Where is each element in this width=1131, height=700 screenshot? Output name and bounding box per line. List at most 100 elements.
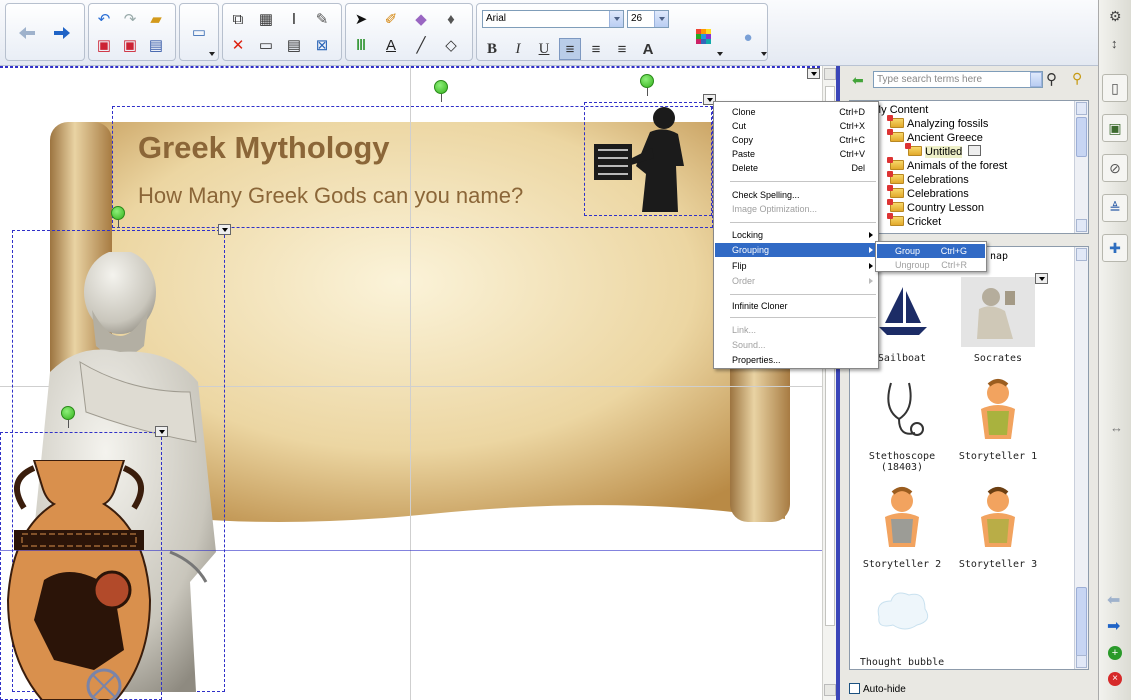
chevron-down-icon[interactable] [968, 145, 982, 156]
align-left-button[interactable]: ≡ [559, 38, 581, 60]
scroll-down-button[interactable] [1076, 219, 1087, 232]
open-button[interactable]: ▰ [145, 8, 167, 30]
resource-browser-tab[interactable]: ▣ [1102, 114, 1128, 142]
pen-tool[interactable]: ✐ [380, 8, 402, 30]
tree-item[interactable]: Animals of the forest [887, 157, 1007, 173]
underline-button[interactable]: U [533, 38, 555, 60]
object-menu-button[interactable] [218, 224, 231, 235]
text-effects-button[interactable]: A [637, 38, 659, 60]
delete-button[interactable]: ✕ [227, 34, 249, 56]
scroll-up-button[interactable] [1076, 102, 1087, 115]
tree-item[interactable]: Cricket [887, 213, 941, 229]
next-page-button[interactable]: ➡ [1107, 616, 1120, 636]
move-toolbar-icon[interactable]: ↕ [1111, 36, 1118, 51]
menu-item-copy[interactable]: Copy Ctrl+C [715, 133, 877, 147]
advanced-search-icon[interactable]: ⚲ [1072, 70, 1082, 87]
tree-item[interactable]: Ancient Greece [887, 129, 983, 145]
previous-page-button[interactable]: ⬅ [1107, 590, 1120, 610]
menu-item-locking[interactable]: Locking [715, 228, 877, 242]
back-arrow-icon[interactable]: ⬅ [852, 72, 864, 89]
tree-item-selected[interactable]: Untitled [905, 143, 982, 159]
tree-item[interactable]: Analyzing fossils [887, 115, 988, 131]
line-tool[interactable]: ╱ [410, 34, 432, 56]
redo-button[interactable]: ↷ [119, 8, 141, 30]
menu-item-paste[interactable]: Paste Ctrl+V [715, 147, 877, 161]
menu-item-properties[interactable]: Properties... [715, 353, 877, 367]
fit-button[interactable]: ⊠ [311, 34, 333, 56]
delete-page-button-side[interactable]: × [1108, 672, 1122, 686]
chevron-down-icon[interactable] [654, 11, 668, 27]
eraser-tool[interactable]: ◆ [410, 8, 432, 30]
align-center-button[interactable]: ≡ [585, 38, 607, 60]
menu-item-cut[interactable]: Cut Ctrl+X [715, 119, 877, 133]
delete-page-button[interactable]: ▣ [119, 34, 141, 56]
rotate-handle[interactable] [61, 406, 75, 428]
scroll-thumb[interactable] [1076, 117, 1087, 157]
search-dropdown-button[interactable] [1030, 72, 1042, 87]
page-browser-tab[interactable]: ▯ [1102, 74, 1128, 102]
back-button[interactable] [16, 22, 38, 44]
fill-tool[interactable]: ♦ [440, 8, 462, 30]
forward-button[interactable] [51, 22, 73, 44]
gallery-item[interactable]: Storyteller 1 [952, 375, 1044, 462]
new-page-button[interactable]: ▣ [93, 34, 115, 56]
font-color-tool[interactable]: A [380, 34, 402, 56]
tree-scrollbar[interactable] [1074, 101, 1088, 233]
tree-item[interactable]: Celebrations [887, 185, 969, 201]
shape-tool[interactable]: ◇ [440, 34, 462, 56]
creative-pen-tool[interactable]: Ⅲ [350, 34, 372, 56]
magic-pen-button[interactable]: ✎ [311, 8, 333, 30]
full-screen-button[interactable]: ▤ [283, 34, 305, 56]
checkbox-box[interactable] [849, 683, 860, 694]
scroll-up-button[interactable] [824, 68, 836, 80]
search-icon[interactable]: ⚲ [1046, 70, 1057, 88]
menu-item-flip[interactable]: Flip [715, 259, 877, 273]
rotate-handle[interactable] [640, 74, 654, 96]
tree-item[interactable]: Country Lesson [887, 199, 984, 215]
select-tool[interactable]: ➤ [350, 8, 372, 30]
gallery-item[interactable]: Storyteller 2 [856, 483, 948, 570]
notes-browser-tab[interactable]: ≜ [1102, 194, 1128, 222]
tree-item-my-content[interactable]: My Content [872, 103, 928, 117]
expand-panel-icon[interactable]: ↔ [1110, 420, 1123, 435]
object-menu-button[interactable] [807, 68, 820, 79]
flipchart-canvas[interactable]: Greek Mythology How Many Greek Gods can … [0, 66, 822, 700]
font-name-select[interactable]: Arial [482, 10, 624, 28]
menu-item-delete[interactable]: Delete Del [715, 161, 877, 175]
italic-button[interactable]: I [507, 38, 529, 60]
scroll-up-button[interactable] [1076, 248, 1087, 261]
rotate-handle[interactable] [111, 206, 125, 228]
object-browser-tab[interactable]: ⊘ [1102, 154, 1128, 182]
search-input[interactable]: Type search terms here [873, 71, 1043, 88]
screen-shade-button[interactable]: ▭ [188, 21, 210, 43]
chevron-down-icon[interactable] [609, 11, 623, 27]
color-palette-button[interactable] [693, 26, 715, 48]
menu-item-clone[interactable]: Clone Ctrl+D [715, 105, 877, 119]
bold-button[interactable]: B [481, 38, 503, 60]
gallery-item[interactable]: Stethoscope (18403) [856, 375, 948, 473]
scroll-down-button[interactable] [1076, 655, 1087, 668]
menu-item-group[interactable]: Group Ctrl+G [877, 244, 985, 258]
gear-icon[interactable]: ⚙ [1109, 8, 1122, 25]
gallery-item[interactable]: Thought bubble [856, 581, 948, 668]
gallery-scrollbar[interactable] [1074, 247, 1088, 669]
undo-button[interactable]: ↶ [93, 8, 115, 30]
scroll-thumb[interactable] [1076, 587, 1087, 657]
text-tool-button[interactable]: Ⅰ [283, 8, 305, 30]
capture-button[interactable]: ⧉ [227, 8, 249, 30]
font-size-select[interactable]: 26 [627, 10, 669, 28]
save-button[interactable]: ▤ [145, 34, 167, 56]
gallery-item[interactable]: Storyteller 3 [952, 483, 1044, 570]
scroll-down-button[interactable] [824, 684, 836, 696]
gallery-item-selected[interactable]: Socrates [952, 277, 1044, 364]
autohide-checkbox[interactable]: Auto-hide [849, 683, 906, 695]
properties-button[interactable]: ● [737, 26, 759, 48]
property-browser-tab[interactable]: ✚ [1102, 234, 1128, 262]
hide-button[interactable]: ▭ [255, 34, 277, 56]
rotate-handle[interactable] [434, 80, 448, 102]
table-button[interactable]: ▦ [255, 8, 277, 30]
align-right-button[interactable]: ≡ [611, 38, 633, 60]
menu-item-grouping[interactable]: Grouping [715, 243, 877, 257]
add-page-button[interactable]: + [1108, 646, 1122, 660]
tree-item[interactable]: Celebrations [887, 171, 969, 187]
